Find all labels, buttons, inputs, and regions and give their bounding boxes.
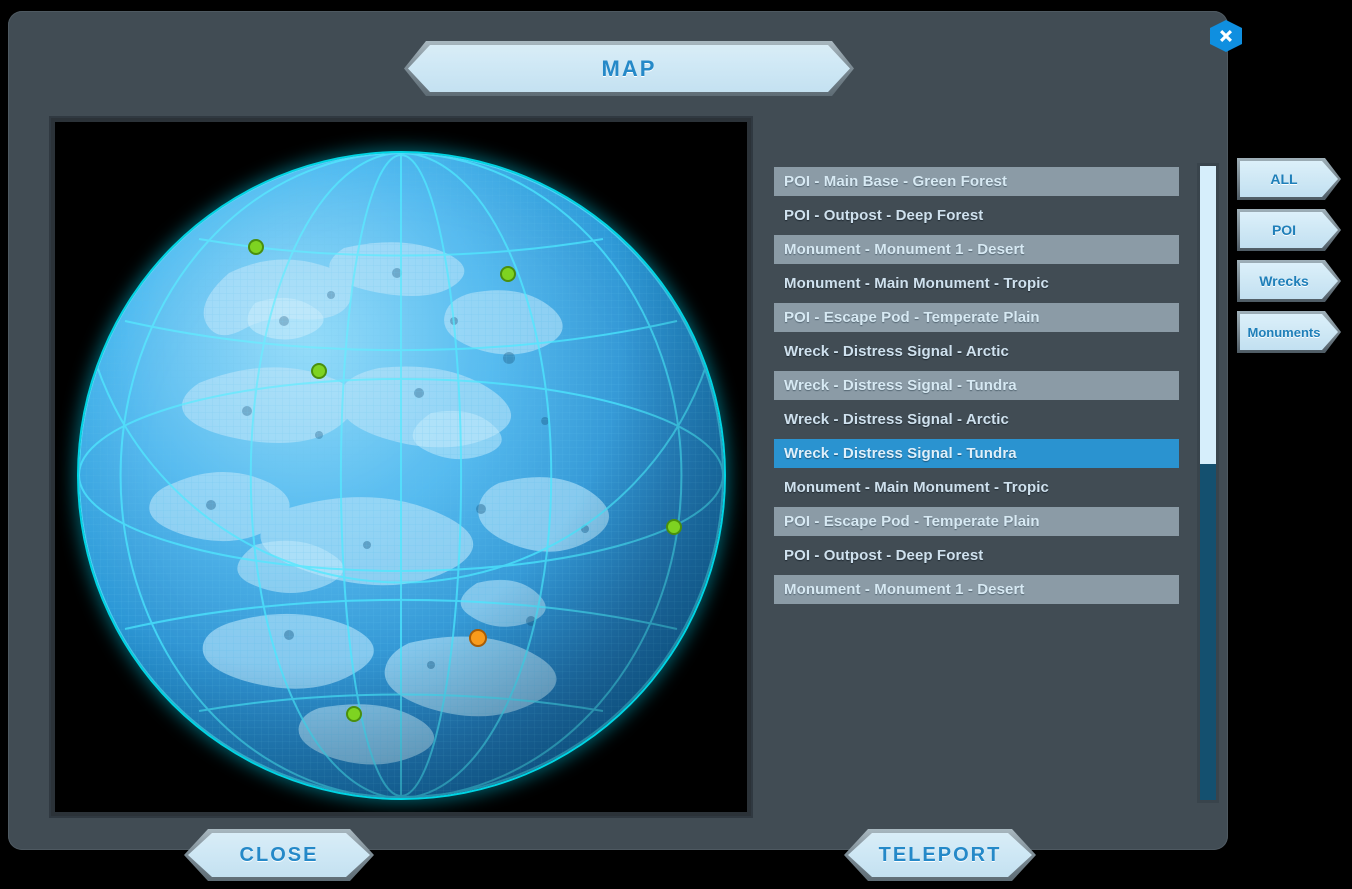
list-item[interactable]: Wreck - Distress Signal - Arctic <box>774 405 1179 434</box>
filter-button-poi[interactable]: POI <box>1237 209 1341 251</box>
filter-button-rail: ALL POI Wrecks Monuments <box>1237 158 1343 362</box>
list-item-label: POI - Escape Pod - Temperate Plain <box>784 513 1040 530</box>
list-item[interactable]: Monument - Main Monument - Tropic <box>774 473 1179 502</box>
list-item-label: Wreck - Distress Signal - Arctic <box>784 343 1009 360</box>
map-screen: MAP POI - Main Base - Green Forest POI -… <box>0 0 1352 889</box>
planet-globe[interactable] <box>79 153 724 798</box>
teleport-button-label: TELEPORT <box>878 843 1002 866</box>
list-item-label: Wreck - Distress Signal - Tundra <box>784 377 1017 394</box>
filter-button-label: Monuments <box>1247 324 1321 340</box>
list-item-label: POI - Outpost - Deep Forest <box>784 547 984 564</box>
filter-button-label: POI <box>1271 222 1297 238</box>
list-item-label: Wreck - Distress Signal - Tundra <box>784 445 1017 462</box>
list-item[interactable]: POI - Outpost - Deep Forest <box>774 201 1179 230</box>
list-item-label: Monument - Main Monument - Tropic <box>784 275 1049 292</box>
marker-green-1[interactable] <box>248 238 265 255</box>
list-item[interactable]: POI - Main Base - Green Forest <box>774 167 1179 196</box>
panel-title-banner: MAP <box>404 41 854 96</box>
close-x-icon[interactable] <box>1210 20 1242 52</box>
list-item[interactable]: POI - Escape Pod - Temperate Plain <box>774 507 1179 536</box>
list-item[interactable]: Wreck - Distress Signal - Arctic <box>774 337 1179 366</box>
list-item[interactable]: POI - Outpost - Deep Forest <box>774 541 1179 570</box>
close-x-glyph <box>1220 30 1232 42</box>
map-viewport[interactable] <box>55 122 747 812</box>
scrollbar-thumb[interactable] <box>1200 166 1216 464</box>
map-frame <box>51 118 751 816</box>
teleport-button[interactable]: TELEPORT <box>844 829 1036 881</box>
list-item[interactable]: Monument - Monument 1 - Desert <box>774 575 1179 604</box>
list-item-label: Monument - Monument 1 - Desert <box>784 581 1025 598</box>
close-button-label: CLOSE <box>239 843 319 866</box>
marker-green-4[interactable] <box>666 519 683 536</box>
filter-button-label: ALL <box>1270 171 1298 187</box>
list-item-label: POI - Outpost - Deep Forest <box>784 207 984 224</box>
list-item-label: POI - Escape Pod - Temperate Plain <box>784 309 1040 326</box>
marker-orange-selected[interactable] <box>469 629 488 648</box>
location-list[interactable]: POI - Main Base - Green Forest POI - Outp… <box>774 167 1179 767</box>
filter-button-monuments[interactable]: Monuments <box>1237 311 1341 353</box>
list-item-label: Monument - Monument 1 - Desert <box>784 241 1025 258</box>
list-item-label: POI - Main Base - Green Forest <box>784 173 1008 190</box>
list-item-label: Monument - Main Monument - Tropic <box>784 479 1049 496</box>
globe-graticule <box>79 153 724 798</box>
marker-green-3[interactable] <box>310 363 327 379</box>
filter-button-wrecks[interactable]: Wrecks <box>1237 260 1341 302</box>
list-item-label: Wreck - Distress Signal - Arctic <box>784 411 1009 428</box>
list-item[interactable]: Monument - Monument 1 - Desert <box>774 235 1179 264</box>
marker-green-2[interactable] <box>499 266 516 283</box>
list-item[interactable]: Monument - Main Monument - Tropic <box>774 269 1179 298</box>
filter-button-label: Wrecks <box>1259 273 1309 289</box>
list-item[interactable]: Wreck - Distress Signal - Tundra <box>774 439 1179 468</box>
marker-green-5[interactable] <box>345 706 362 723</box>
filter-button-all[interactable]: ALL <box>1237 158 1341 200</box>
close-button[interactable]: CLOSE <box>184 829 374 881</box>
page-title: MAP <box>601 55 657 81</box>
globe-container[interactable] <box>79 153 724 798</box>
list-item[interactable]: POI - Escape Pod - Temperate Plain <box>774 303 1179 332</box>
list-scrollbar[interactable] <box>1197 163 1219 803</box>
map-panel: MAP POI - Main Base - Green Forest POI -… <box>8 11 1242 850</box>
list-item[interactable]: Wreck - Distress Signal - Tundra <box>774 371 1179 400</box>
